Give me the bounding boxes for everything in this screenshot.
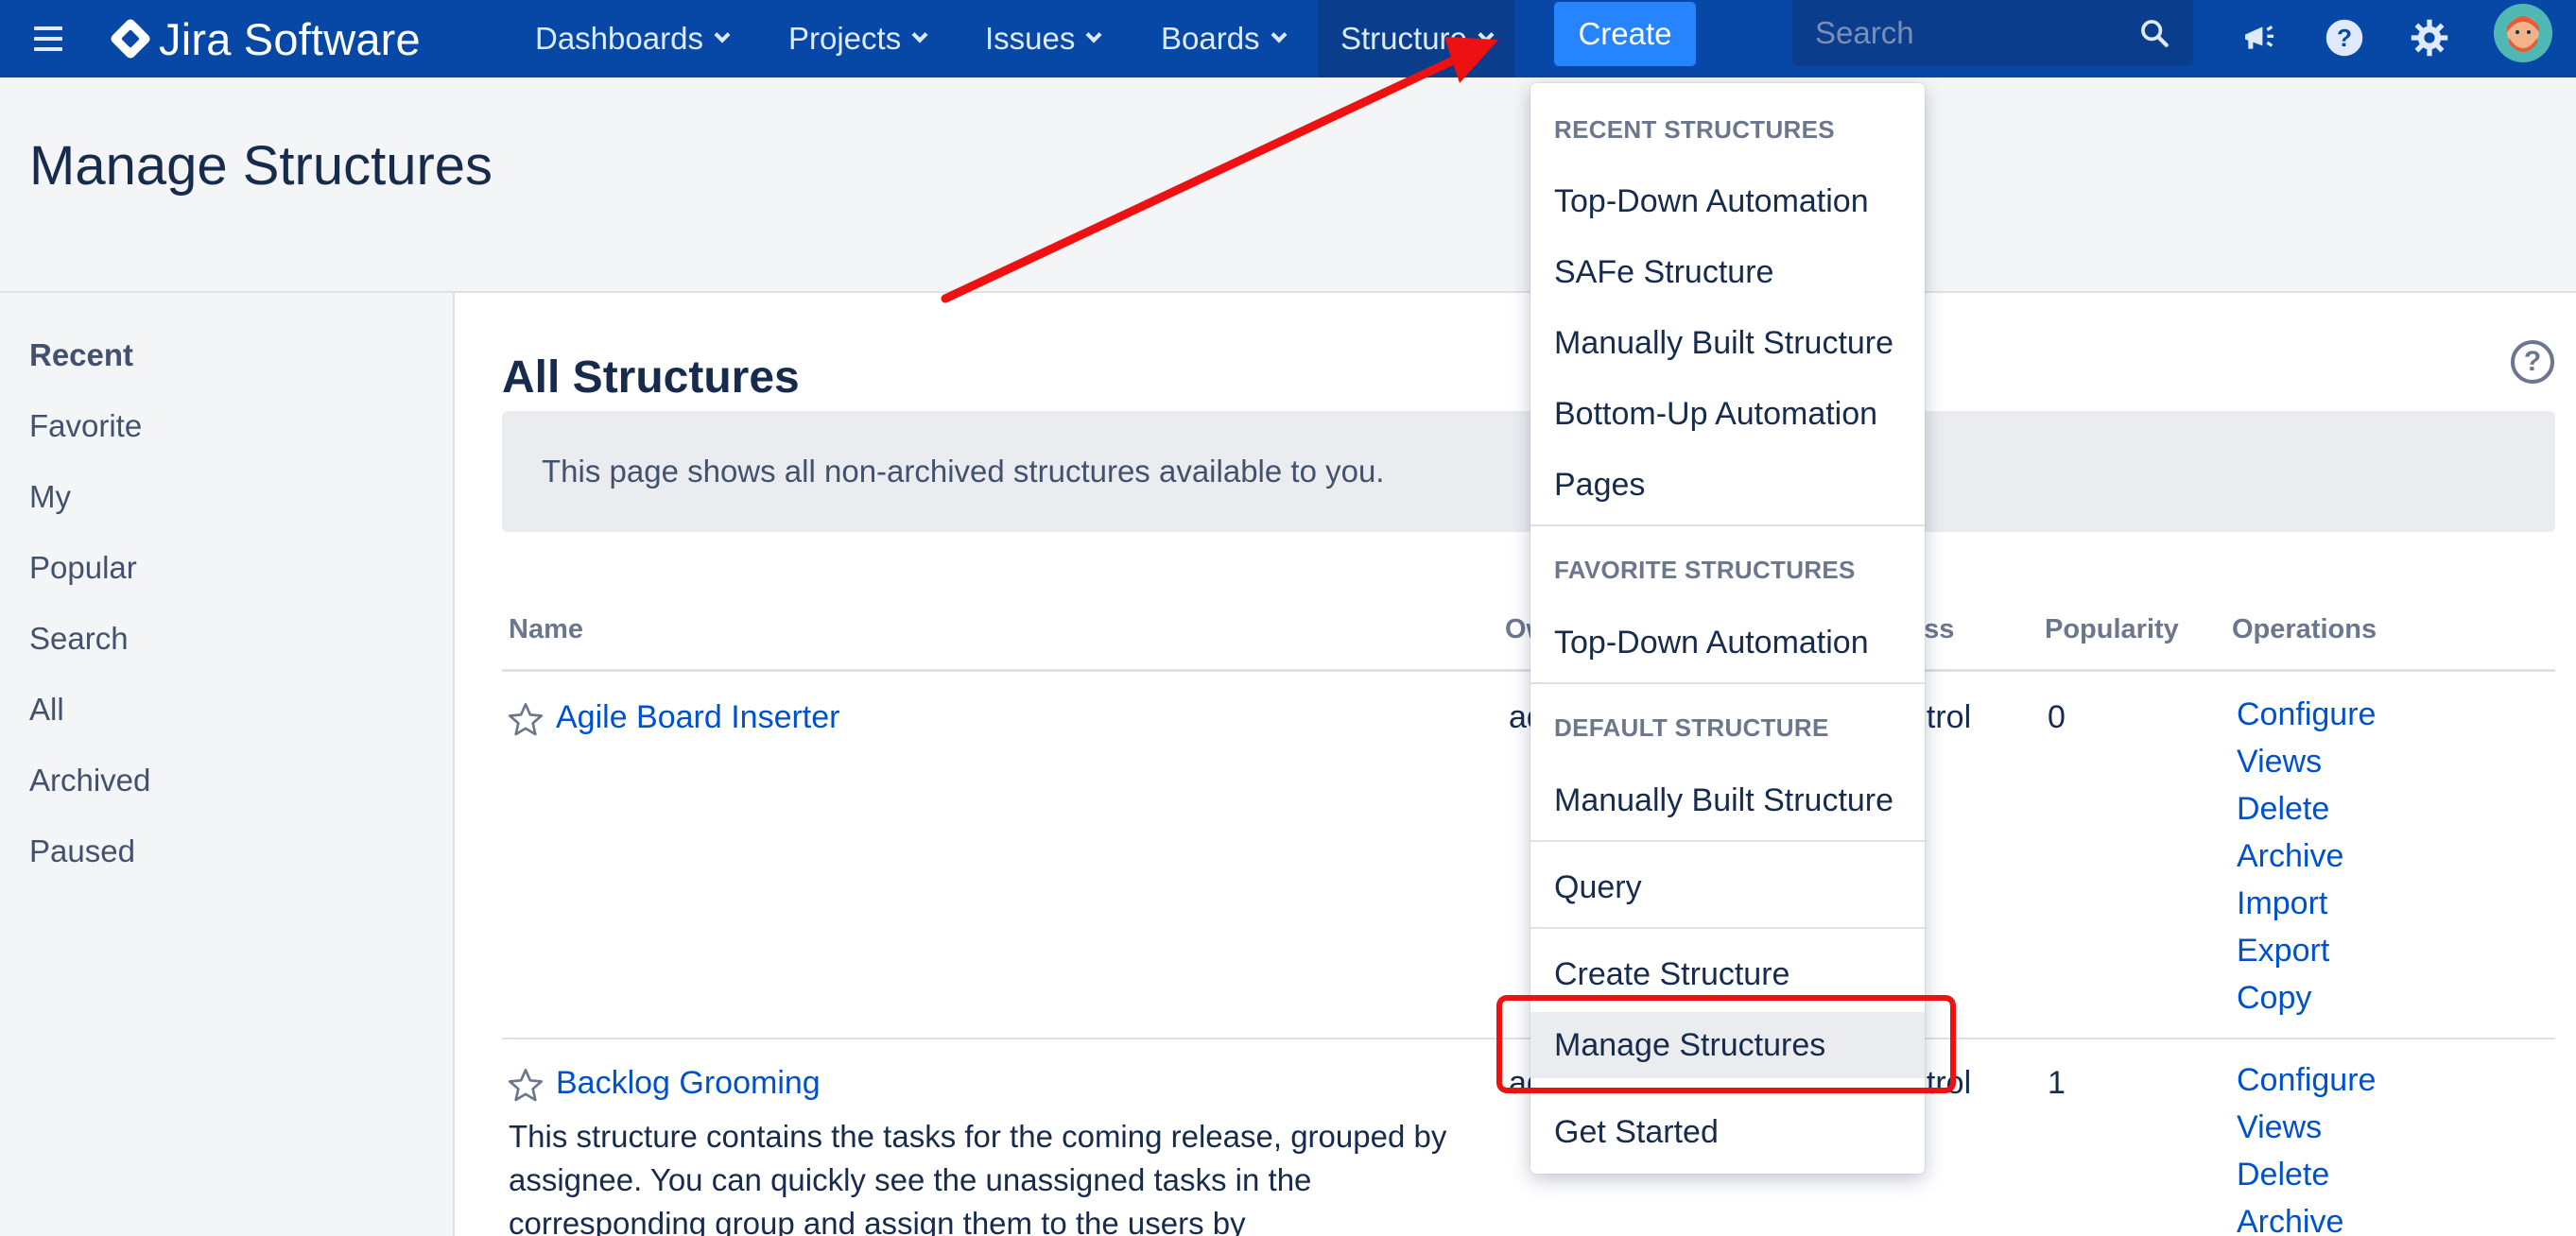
column-header-popularity[interactable]: Popularity <box>2045 614 2179 645</box>
views-link[interactable]: Views <box>2237 738 2376 785</box>
sidebar-item-favorite[interactable]: Favorite <box>29 408 142 444</box>
import-link[interactable]: Import <box>2237 880 2376 927</box>
delete-link[interactable]: Delete <box>2237 1151 2376 1198</box>
delete-link[interactable]: Delete <box>2237 785 2376 833</box>
archive-link[interactable]: Archive <box>2237 1198 2376 1236</box>
menu-item-favorite-top-down-automation[interactable]: Top-Down Automation <box>1530 609 1925 676</box>
favorite-structures-heading: FAVORITE STRUCTURES <box>1554 556 1856 584</box>
jira-logo[interactable]: Jira Software <box>109 0 421 77</box>
star-icon[interactable] <box>507 1067 545 1105</box>
menu-item-get-started[interactable]: Get Started <box>1530 1099 1925 1165</box>
settings-gear-icon[interactable] <box>2401 9 2458 66</box>
create-button[interactable]: Create <box>1554 2 1696 66</box>
archive-link[interactable]: Archive <box>2237 833 2376 880</box>
operations-list: Configure Views Delete Archive Import Ex… <box>2237 691 2376 1021</box>
menu-item-recent-top-down-automation[interactable]: Top-Down Automation <box>1530 168 1925 234</box>
info-banner-text: This page shows all non-archived structu… <box>542 454 1385 489</box>
menu-item-recent-safe-structure[interactable]: SAFe Structure <box>1530 239 1925 305</box>
menu-item-recent-pages[interactable]: Pages <box>1530 452 1925 518</box>
svg-text:?: ? <box>2337 24 2352 52</box>
menu-divider <box>1530 524 1925 526</box>
default-structure-heading: DEFAULT STRUCTURE <box>1554 713 1829 742</box>
column-header-operations: Operations <box>2232 614 2377 644</box>
star-icon[interactable] <box>507 701 545 739</box>
structure-popularity: 0 <box>2048 699 2066 735</box>
structure-name-link[interactable]: Agile Board Inserter <box>556 699 840 736</box>
nav-dashboards[interactable]: Dashboards <box>512 0 751 77</box>
nav-dashboards-label: Dashboards <box>535 21 703 56</box>
operations-list: Configure Views Delete Archive <box>2237 1056 2376 1236</box>
chevron-down-icon <box>1271 26 1288 43</box>
chevron-down-icon <box>1478 26 1495 43</box>
sidebar-item-search[interactable]: Search <box>29 621 129 657</box>
search-icon[interactable] <box>2138 17 2170 49</box>
table-row-divider <box>502 1038 2555 1039</box>
page-header: Manage Structures <box>0 77 2576 293</box>
sidebar-item-my[interactable]: My <box>29 479 71 515</box>
menu-item-recent-manually-built[interactable]: Manually Built Structure <box>1530 310 1925 376</box>
menu-divider <box>1530 840 1925 842</box>
structure-name-link[interactable]: Backlog Grooming <box>556 1065 821 1102</box>
jira-logo-icon <box>109 17 152 60</box>
nav-structure-label: Structure <box>1340 21 1467 56</box>
user-avatar[interactable] <box>2494 4 2552 62</box>
table-header-divider <box>502 669 2555 672</box>
structure-popularity: 1 <box>2048 1065 2066 1101</box>
menu-item-create-structure[interactable]: Create Structure <box>1530 941 1925 1007</box>
structure-dropdown-menu: RECENT STRUCTURES Top-Down Automation SA… <box>1530 83 1925 1174</box>
nav-projects-label: Projects <box>788 21 902 56</box>
nav-structure[interactable]: Structure <box>1318 0 1514 77</box>
menu-divider <box>1530 927 1925 929</box>
menu-item-manage-structures[interactable]: Manage Structures <box>1530 1012 1925 1078</box>
menu-icon[interactable] <box>28 13 68 64</box>
search-box <box>1792 0 2193 66</box>
nav-projects[interactable]: Projects <box>766 0 948 77</box>
sidebar-item-archived[interactable]: Archived <box>29 763 150 798</box>
search-input[interactable] <box>1815 15 2118 51</box>
page-title: Manage Structures <box>29 135 493 197</box>
chevron-down-icon <box>1085 26 1102 43</box>
top-navigation-bar: Jira Software Dashboards Projects Issues… <box>0 0 2576 77</box>
structure-description: This structure contains the tasks for th… <box>509 1119 1447 1236</box>
menu-divider <box>1530 682 1925 684</box>
chevron-down-icon <box>714 26 731 43</box>
configure-link[interactable]: Configure <box>2237 1056 2376 1104</box>
export-link[interactable]: Export <box>2237 927 2376 974</box>
copy-link[interactable]: Copy <box>2237 974 2376 1021</box>
brand-name: Jira Software <box>159 13 421 64</box>
help-circle-icon[interactable]: ? <box>2511 340 2554 384</box>
sidebar-item-paused[interactable]: Paused <box>29 833 135 869</box>
nav-issues[interactable]: Issues <box>962 0 1122 77</box>
sidebar-item-popular[interactable]: Popular <box>29 550 137 586</box>
section-title: All Structures <box>502 352 800 403</box>
menu-item-default-manually-built[interactable]: Manually Built Structure <box>1530 767 1925 833</box>
help-icon[interactable]: ? <box>2316 9 2373 66</box>
column-header-name[interactable]: Name <box>509 614 583 645</box>
sidebar-item-all[interactable]: All <box>29 692 64 728</box>
info-banner: This page shows all non-archived structu… <box>502 411 2555 532</box>
chevron-down-icon <box>911 26 928 43</box>
menu-item-recent-bottom-up-automation[interactable]: Bottom-Up Automation <box>1530 381 1925 447</box>
main-content: All Structures ? This page shows all non… <box>457 293 2576 1236</box>
menu-item-query[interactable]: Query <box>1530 854 1925 920</box>
configure-link[interactable]: Configure <box>2237 691 2376 738</box>
nav-boards-label: Boards <box>1161 21 1260 56</box>
sidebar: Recent Favorite My Popular Search All Ar… <box>0 293 455 1236</box>
sidebar-item-recent[interactable]: Recent <box>29 337 133 373</box>
nav-issues-label: Issues <box>985 21 1076 56</box>
recent-structures-heading: RECENT STRUCTURES <box>1554 115 1835 144</box>
views-link[interactable]: Views <box>2237 1104 2376 1151</box>
nav-boards[interactable]: Boards <box>1138 0 1307 77</box>
megaphone-icon[interactable] <box>2231 9 2288 66</box>
